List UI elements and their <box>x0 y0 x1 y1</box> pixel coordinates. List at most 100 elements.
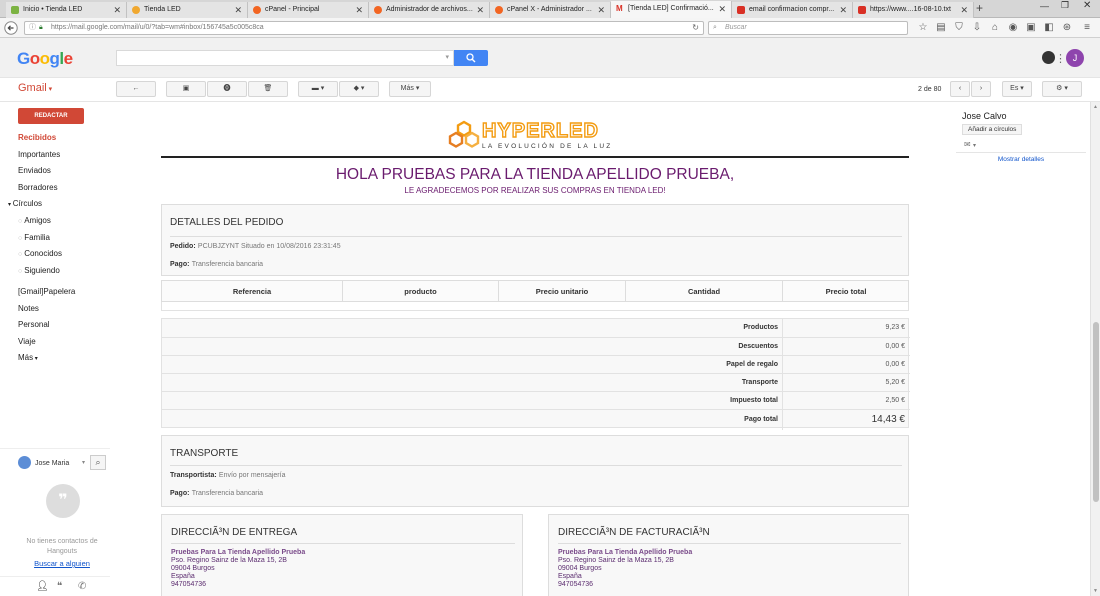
show-details-link[interactable]: Mostrar detalles <box>952 156 1090 163</box>
totals-table: Productos 9,23 € Descuentos 0,00 € Papel… <box>161 318 910 430</box>
close-tab-icon[interactable]: ✕ <box>234 2 242 18</box>
folder-drafts[interactable]: Borradores <box>18 183 58 192</box>
close-tab-icon[interactable]: ✕ <box>960 2 968 18</box>
new-tab-icon[interactable]: + <box>976 1 983 15</box>
carrier-line: Transportista: Envío por mensajería <box>170 472 286 479</box>
newer-button[interactable]: ‹ <box>950 81 970 97</box>
report-spam-button[interactable]: ⓿ <box>207 81 247 97</box>
screenshot-icon[interactable]: ▣ <box>1024 21 1038 35</box>
billing-title: DIRECCIÃ³N DE FACTURACIÃ³N <box>558 527 710 538</box>
browser-tab[interactable]: https://www....16-08-10.txt ✕ <box>853 2 974 18</box>
url-bar[interactable]: ⓘ 🔒︎ https://mail.google.com/mail/u/0/?t… <box>24 21 704 35</box>
delete-button[interactable]: 🗑︎ <box>248 81 288 97</box>
chat-quote-icon[interactable]: ❝ <box>57 581 62 592</box>
brand-tagline: LA EVOLUCIÓN DE LA LUZ <box>482 143 613 150</box>
shipping-title: TRANSPORTE <box>170 448 239 459</box>
close-tab-icon[interactable]: ✕ <box>113 2 121 18</box>
add-to-circles-button[interactable]: Añadir a círculos <box>962 124 1023 135</box>
browser-tab[interactable]: Inicio • Tienda LED ✕ <box>6 2 127 18</box>
hangouts-avatar[interactable] <box>18 456 31 469</box>
email-envelope-icon[interactable]: ✉ ▾ <box>964 140 976 149</box>
circles-toggle[interactable]: ▾ Círculos <box>8 199 42 208</box>
circle-family[interactable]: ○ Familia <box>18 233 50 242</box>
scroll-down-icon[interactable]: ▼ <box>1093 588 1098 594</box>
gmail-toolbar: Gmail ▾ ← ▣ ⓿ 🗑︎ ▬ ▾ ◆ ▾ Más ▾ 2 de 80 ‹… <box>0 78 1100 102</box>
pocket-icon[interactable]: ⛉ <box>952 21 966 35</box>
hangouts-search-icon[interactable]: ⌕ <box>90 455 106 470</box>
circle-friends[interactable]: ○ Amigos <box>18 216 51 225</box>
contacts-person-icon[interactable]: 👤︎ <box>36 581 49 592</box>
account-avatar[interactable]: J <box>1066 49 1084 67</box>
brand-name: HYPERLED <box>481 119 599 142</box>
browser-tab-active[interactable]: M [Tienda LED] Confirmació... ✕ <box>611 1 732 18</box>
older-button[interactable]: › <box>971 81 991 97</box>
gmail-search-input[interactable]: ▾ <box>116 50 454 66</box>
scroll-up-icon[interactable]: ▲ <box>1093 104 1098 110</box>
google-logo[interactable]: Google <box>17 49 73 69</box>
back-icon[interactable] <box>4 21 18 35</box>
folder-important[interactable]: Importantes <box>18 150 60 159</box>
extension-icon[interactable]: ◉ <box>1006 21 1020 35</box>
folder-inbox[interactable]: Recibidos <box>18 133 56 142</box>
label-more[interactable]: Más ▾ <box>18 353 38 362</box>
minimize-icon[interactable]: — <box>1040 1 1049 11</box>
browser-tab[interactable]: Administrador de archivos... ✕ <box>369 2 490 18</box>
window-close-icon[interactable]: ✕ <box>1083 0 1091 11</box>
downloads-icon[interactable]: ⇩ <box>970 21 984 35</box>
hyperled-logo-icon <box>448 119 480 151</box>
caret-down-icon[interactable]: ▾ <box>82 459 85 466</box>
close-tab-icon[interactable]: ✕ <box>476 2 484 18</box>
hangouts-search-link[interactable]: Buscar a alguien <box>14 559 110 568</box>
compose-button[interactable]: REDACTAR <box>18 108 84 124</box>
phone-icon[interactable]: ✆ <box>78 581 86 592</box>
scrollbar[interactable]: ▲ ▼ <box>1090 102 1100 596</box>
reading-list-icon[interactable]: ▤ <box>934 21 948 35</box>
archive-button[interactable]: ▣ <box>166 81 206 97</box>
browser-tab[interactable]: cPanel - Principal ✕ <box>248 2 369 18</box>
browser-tab[interactable]: cPanel X - Administrador ... ✕ <box>490 2 611 18</box>
order-details-box: DETALLES DEL PEDIDO Pedido: PCUBJZYNT Si… <box>161 204 909 276</box>
circle-following[interactable]: ○ Siguiendo <box>18 266 60 275</box>
hangouts-user[interactable]: Jose Maria <box>35 460 69 467</box>
move-to-button[interactable]: ▬ ▾ <box>298 81 338 97</box>
hangouts-empty-text: No tienes contactos de Hangouts <box>26 538 98 555</box>
circle-acquaintances[interactable]: ○ Conocidos <box>18 249 62 258</box>
back-to-inbox-button[interactable]: ← <box>116 81 156 97</box>
language-select[interactable]: Es ▾ <box>1002 81 1032 97</box>
folder-sent[interactable]: Enviados <box>18 166 51 175</box>
notifications-icon[interactable] <box>1042 51 1055 64</box>
home-icon[interactable]: ⌂ <box>988 21 1002 35</box>
reload-icon[interactable]: ↻ <box>692 22 699 34</box>
divider <box>170 236 902 237</box>
close-tab-icon[interactable]: ✕ <box>355 2 363 18</box>
restore-icon[interactable]: ❐ <box>1061 0 1069 11</box>
scrollbar-thumb[interactable] <box>1093 322 1099 502</box>
settings-button[interactable]: ⚙ ▾ <box>1042 81 1082 97</box>
bookmark-star-icon[interactable]: ☆ <box>916 21 930 35</box>
close-tab-icon[interactable]: ✕ <box>839 2 847 18</box>
gmail-label[interactable]: Gmail ▾ <box>18 82 52 94</box>
more-button[interactable]: Más ▾ <box>389 81 431 97</box>
menu-hamburger-icon[interactable]: ≡ <box>1080 21 1094 35</box>
close-tab-icon[interactable]: ✕ <box>718 1 726 17</box>
label-personal[interactable]: Personal <box>18 320 50 329</box>
label-travel[interactable]: Viaje <box>18 337 36 346</box>
totals-row: Descuentos 0,00 € <box>162 337 910 356</box>
sidebar-toggle-icon[interactable]: ◧ <box>1042 21 1056 35</box>
browser-tab[interactable]: Tienda LED ✕ <box>127 2 248 18</box>
delivery-address-box: DIRECCIÃ³N DE ENTREGA Pruebas Para La Ti… <box>161 514 523 596</box>
contact-name[interactable]: Jose Calvo <box>962 111 1007 121</box>
billing-address: Pruebas Para La Tienda Apellido Prueba P… <box>558 549 693 588</box>
search-button[interactable] <box>454 50 488 66</box>
divider <box>171 543 515 544</box>
info-icon[interactable]: ⓘ <box>29 22 36 34</box>
browser-tab[interactable]: email confirmacion compr... ✕ <box>732 2 853 18</box>
close-tab-icon[interactable]: ✕ <box>597 2 605 18</box>
search-options-icon[interactable]: ▾ <box>445 53 449 61</box>
labels-button[interactable]: ◆ ▾ <box>339 81 379 97</box>
shop-favicon-icon <box>11 6 19 14</box>
label-notes[interactable]: Notes <box>18 304 39 313</box>
browser-search-input[interactable]: ⌕ Buscar <box>708 21 908 35</box>
label-trash[interactable]: [Gmail]Papelera <box>18 287 75 296</box>
addon-icon[interactable]: ⊛ <box>1060 21 1074 35</box>
